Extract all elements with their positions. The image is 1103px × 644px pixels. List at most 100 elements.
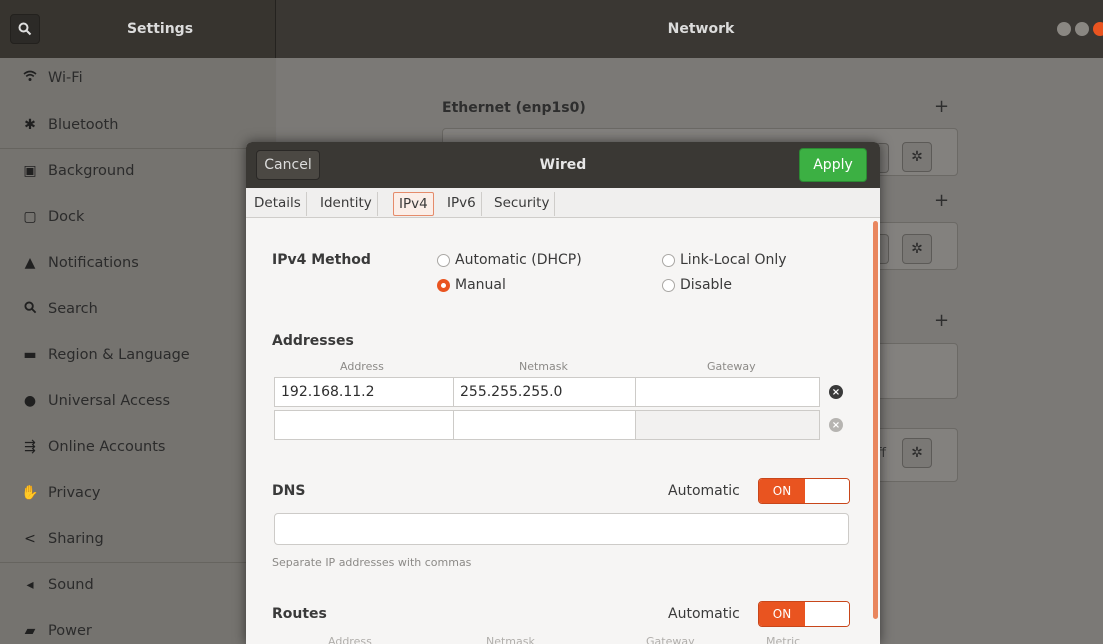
method-manual-radio[interactable]: Manual (437, 277, 506, 293)
window-controls (1057, 22, 1103, 36)
route-netmask-column-header: Netmask (486, 635, 535, 644)
route-metric-column-header: Metric (766, 635, 801, 644)
close-button[interactable] (1093, 22, 1103, 36)
dialog-tabs: Details Identity IPv4 IPv6 Security (246, 188, 880, 218)
settings-headerbar: Settings (0, 0, 276, 58)
gateway-field[interactable] (635, 377, 820, 407)
sidebar-item-label: Region & Language (48, 347, 190, 363)
dialog-headerbar: Wired Cancel Apply (246, 142, 880, 188)
apply-button[interactable]: Apply (799, 148, 867, 182)
add-connection-button[interactable]: + (934, 96, 949, 117)
settings-sidebar: Wi-Fi ✱ Bluetooth ▣ Background ▢ Dock ▲ … (0, 58, 276, 644)
gateway-field[interactable] (635, 410, 820, 440)
gear-icon: ✲ (911, 241, 923, 257)
sidebar-item-label: Dock (48, 209, 85, 225)
close-icon: × (831, 419, 841, 431)
netmask-field[interactable] (453, 410, 636, 440)
power-icon: ▰ (24, 623, 36, 639)
search-button[interactable] (10, 14, 40, 44)
add-proxy-button[interactable]: + (934, 310, 949, 331)
radio-label: Automatic (DHCP) (455, 252, 582, 268)
bluetooth-icon: ✱ (24, 117, 36, 133)
dock-icon: ▢ (23, 209, 37, 225)
ipv4-content: IPv4 Method Automatic (DHCP) Link-Local … (246, 219, 880, 644)
dialog-title: Wired (539, 157, 587, 173)
tab-ipv4[interactable]: IPv4 (393, 192, 434, 216)
vpn-settings-button[interactable]: ✲ (902, 234, 932, 264)
routes-automatic-switch[interactable]: ON (758, 601, 850, 627)
sidebar-item-universal-access[interactable]: ● Universal Access (0, 378, 276, 424)
method-link-local-radio[interactable]: Link-Local Only (662, 252, 787, 268)
wired-dialog: Wired Cancel Apply Details Identity IPv4… (246, 142, 880, 644)
sidebar-item-label: Bluetooth (48, 117, 119, 133)
add-vpn-button[interactable]: + (934, 190, 949, 211)
dns-automatic-switch[interactable]: ON (758, 478, 850, 504)
close-icon: × (831, 386, 841, 398)
netmask-field[interactable]: 255.255.255.0 (453, 377, 636, 407)
bell-icon: ▲ (24, 255, 36, 271)
dns-hint: Separate IP addresses with commas (272, 556, 472, 569)
ipv4-method-label: IPv4 Method (272, 252, 371, 268)
sidebar-item-online-accounts[interactable]: ⇶ Online Accounts (0, 424, 276, 470)
tab-ipv6[interactable]: IPv6 (442, 192, 482, 216)
sidebar-item-label: Universal Access (48, 393, 171, 409)
search-icon (18, 22, 32, 36)
radio-label: Link-Local Only (680, 252, 787, 268)
sidebar-item-privacy[interactable]: ✋ Privacy (0, 470, 276, 516)
sidebar-item-sound[interactable]: ◂ Sound (0, 562, 276, 608)
address-field[interactable] (274, 410, 454, 440)
search-icon (20, 300, 40, 318)
speaker-icon: ◂ (26, 577, 34, 593)
gear-icon: ✲ (911, 149, 923, 165)
switch-on-label: ON (759, 479, 805, 503)
sidebar-item-wifi[interactable]: Wi-Fi (0, 58, 276, 98)
tab-identity[interactable]: Identity (315, 192, 378, 216)
cancel-button[interactable]: Cancel (256, 150, 320, 180)
universal-access-icon: ● (23, 393, 37, 409)
dns-label: DNS (272, 483, 306, 499)
sidebar-item-notifications[interactable]: ▲ Notifications (0, 240, 276, 286)
method-disable-radio[interactable]: Disable (662, 277, 732, 293)
panel-title: Network (667, 21, 735, 37)
ethernet-section-title: Ethernet (enp1s0) (442, 100, 586, 116)
background-icon: ▣ (23, 163, 37, 179)
sidebar-item-label: Search (48, 301, 98, 317)
sidebar-item-search[interactable]: Search (0, 286, 276, 332)
ethernet-settings-button[interactable]: ✲ (902, 142, 932, 172)
sidebar-item-region-language[interactable]: ▬ Region & Language (0, 332, 276, 378)
proxy-settings-button[interactable]: ✲ (902, 438, 932, 468)
radio-circle-selected (437, 278, 450, 292)
sidebar-item-label: Wi-Fi (48, 70, 83, 86)
addresses-label: Addresses (272, 333, 354, 349)
switch-on-label: ON (759, 602, 805, 626)
sidebar-item-bluetooth[interactable]: ✱ Bluetooth (0, 102, 276, 148)
route-address-column-header: Address (328, 635, 372, 644)
method-automatic-radio[interactable]: Automatic (DHCP) (437, 252, 582, 268)
radio-label: Disable (680, 277, 732, 293)
tab-security[interactable]: Security (489, 192, 556, 216)
address-column-header: Address (340, 360, 384, 373)
maximize-button[interactable] (1075, 22, 1089, 36)
minimize-button[interactable] (1057, 22, 1071, 36)
sidebar-item-label: Power (48, 623, 92, 639)
sidebar-item-label: Sound (48, 577, 94, 593)
online-accounts-icon: ⇶ (24, 439, 36, 455)
sidebar-item-label: Privacy (48, 485, 101, 501)
delete-address-button[interactable]: × (829, 385, 843, 399)
netmask-column-header: Netmask (519, 360, 568, 373)
sidebar-item-sharing[interactable]: < Sharing (0, 516, 276, 562)
tab-details[interactable]: Details (249, 192, 307, 216)
wifi-icon (20, 70, 40, 86)
gear-icon: ✲ (911, 445, 923, 461)
delete-address-button[interactable]: × (829, 418, 843, 432)
sidebar-item-label: Sharing (48, 531, 104, 547)
scrollbar-thumb[interactable] (873, 221, 878, 619)
sidebar-item-dock[interactable]: ▢ Dock (0, 194, 276, 240)
sidebar-item-power[interactable]: ▰ Power (0, 608, 276, 644)
app-title: Settings (126, 21, 194, 37)
address-field[interactable]: 192.168.11.2 (274, 377, 454, 407)
sidebar-item-background[interactable]: ▣ Background (0, 148, 276, 194)
switch-knob (805, 602, 849, 626)
radio-circle (662, 278, 675, 292)
dns-input[interactable] (274, 513, 849, 545)
